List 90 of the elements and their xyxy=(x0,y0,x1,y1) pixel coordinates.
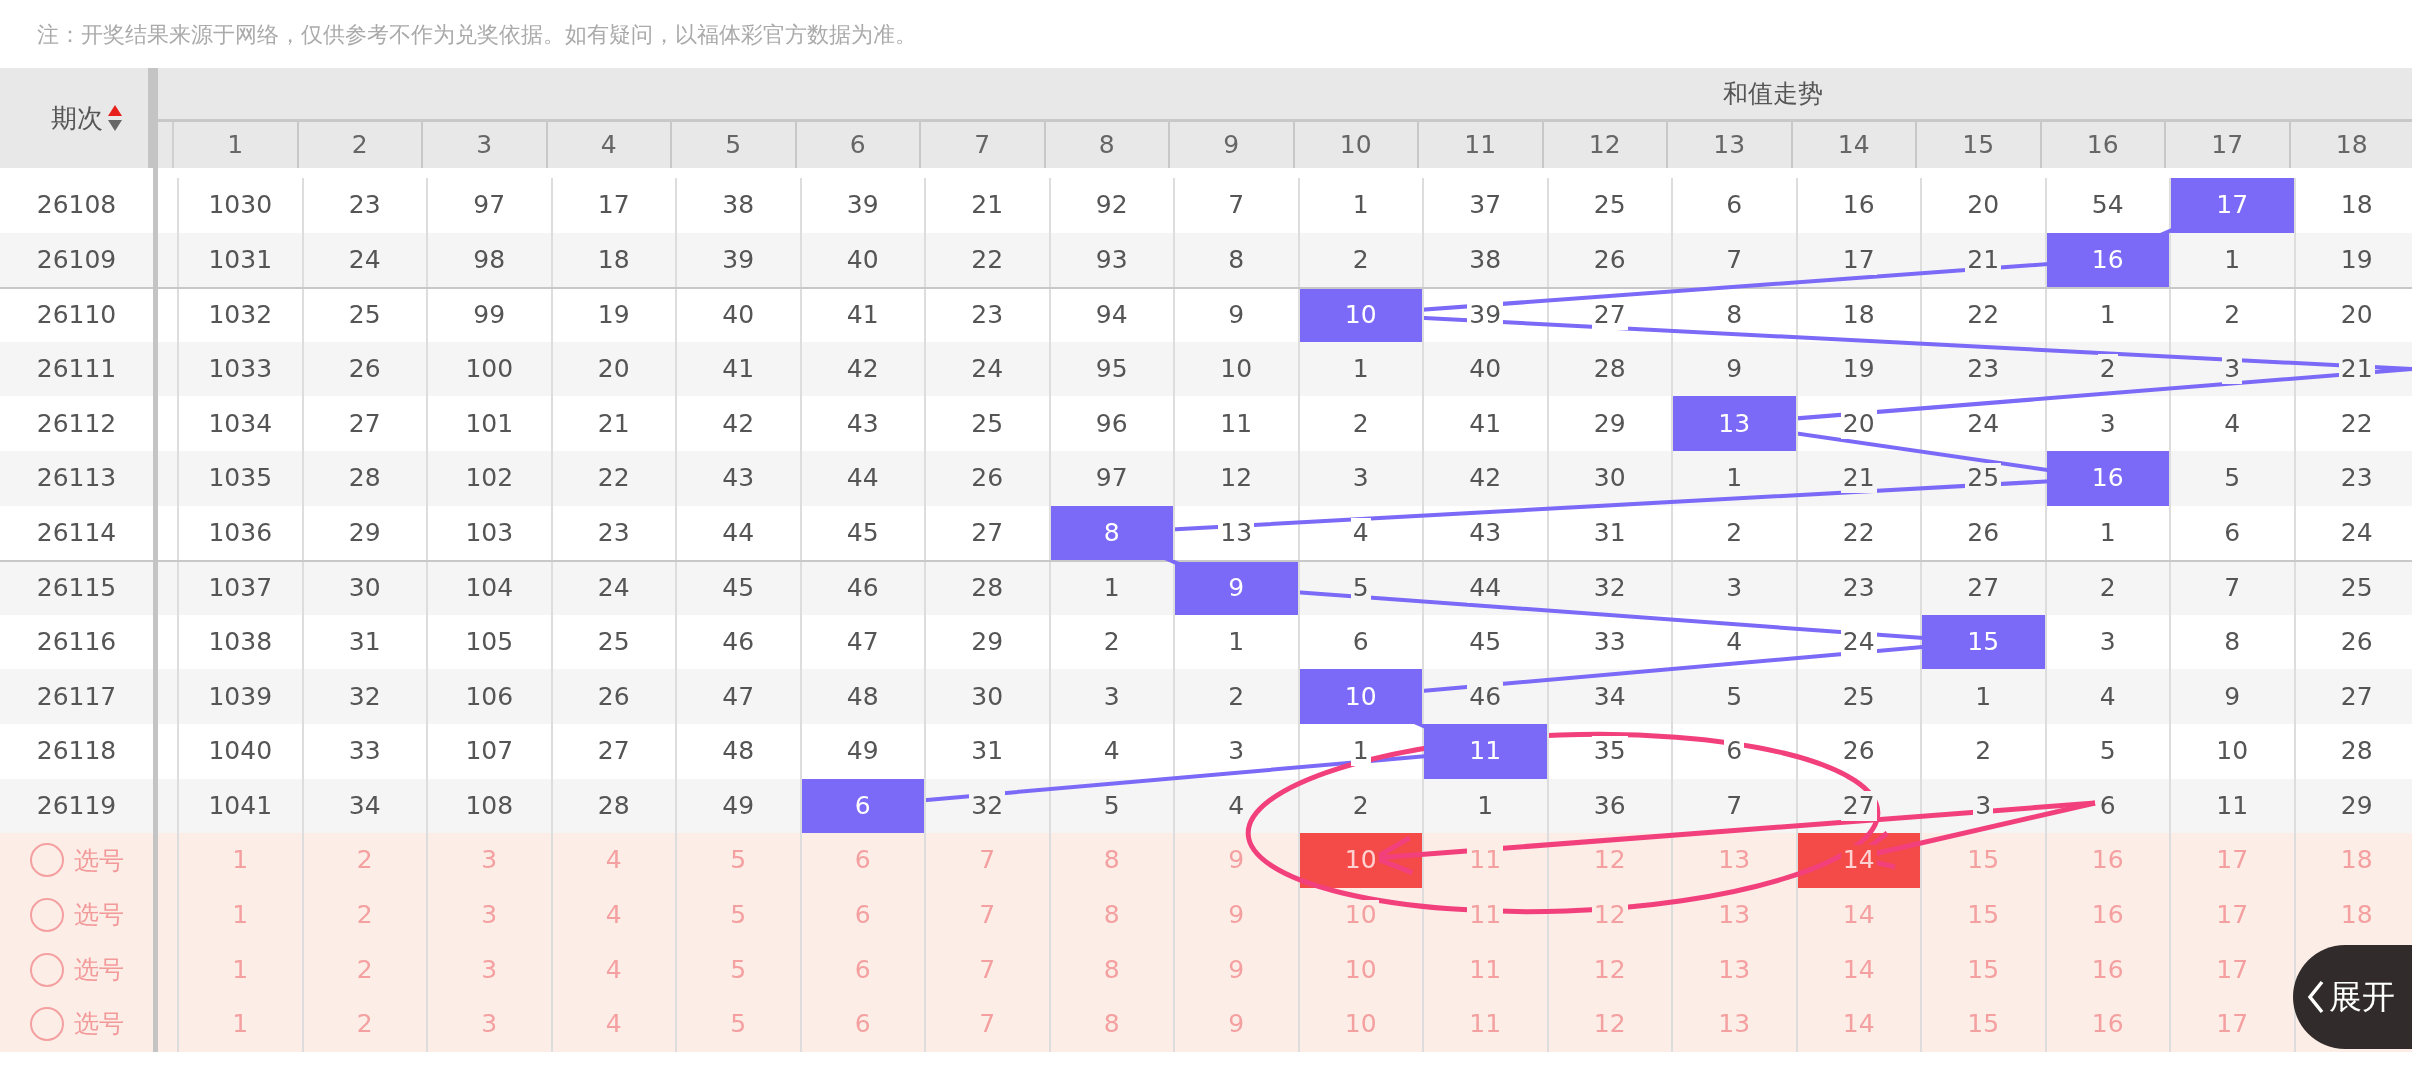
table-cell: 106 xyxy=(428,669,553,724)
column-header: 7 xyxy=(921,122,1046,168)
radio-circle[interactable] xyxy=(29,843,64,878)
table-cell: 18 xyxy=(1797,289,1922,342)
pick-label: 选号 xyxy=(73,844,124,877)
column-header: 17 xyxy=(2166,122,2291,168)
chevron-left-icon xyxy=(2307,979,2325,1015)
table-cell: 18 xyxy=(2295,178,2412,233)
number-cell[interactable]: 12 xyxy=(1548,996,1673,1052)
hit-cell: 15 xyxy=(1922,614,2047,670)
column-header: 8 xyxy=(1045,122,1170,168)
table-cell: 1039 xyxy=(179,669,304,724)
table-cell: 104 xyxy=(428,562,553,615)
table-cell: 22 xyxy=(1922,289,2047,342)
table-cell: 26 xyxy=(2295,614,2412,670)
hit-cell: 16 xyxy=(2046,232,2171,288)
pick-label: 选号 xyxy=(73,1008,124,1041)
hit-cell: 6 xyxy=(801,778,926,834)
number-cell[interactable]: 16 xyxy=(2046,996,2171,1052)
group-title: 和值走势 xyxy=(1723,77,1823,110)
table-cell: 1035 xyxy=(179,450,304,506)
hit-cell: 17 xyxy=(2171,178,2296,233)
table-cell: 1034 xyxy=(179,396,304,451)
number-cell[interactable]: 13 xyxy=(1673,996,1798,1052)
table-cell: 32 xyxy=(1548,562,1673,615)
table-cell: 24 xyxy=(2295,505,2412,561)
sort-icon[interactable] xyxy=(107,103,123,133)
number-cell[interactable]: 14 xyxy=(1797,996,1922,1052)
table-cell: 1040 xyxy=(179,723,304,779)
number-cell[interactable]: 8 xyxy=(1050,996,1175,1052)
table-cell: 29 xyxy=(2295,778,2412,834)
radio-circle[interactable] xyxy=(29,1007,64,1042)
number-cell[interactable]: 17 xyxy=(2171,996,2296,1052)
hit-cell: 10 xyxy=(1299,289,1424,342)
column-header: 5 xyxy=(672,122,797,168)
number-cell[interactable]: 9 xyxy=(1175,996,1300,1052)
table-cell: 1032 xyxy=(179,289,304,342)
number-cell[interactable]: 2 xyxy=(303,996,428,1052)
table-cell: 107 xyxy=(428,723,553,779)
column-header: 3 xyxy=(423,122,548,168)
column-header: 2 xyxy=(298,122,423,168)
table-cell: 20 xyxy=(2295,289,2412,342)
table-cell: 102 xyxy=(428,450,553,506)
column-header: 13 xyxy=(1668,122,1793,168)
number-cell[interactable]: 1 xyxy=(179,996,304,1052)
table-cell: 30 xyxy=(1548,450,1673,506)
table-cell: 101 xyxy=(428,396,553,451)
table-cell: 1030 xyxy=(179,178,304,233)
number-cell[interactable]: 18 xyxy=(2295,887,2412,943)
column-header: 11 xyxy=(1419,122,1544,168)
number-cell[interactable]: 3 xyxy=(428,996,553,1052)
table-cell: 23 xyxy=(2295,450,2412,506)
table-cell: 22 xyxy=(2295,396,2412,451)
number-cell[interactable]: 18 xyxy=(2295,833,2412,888)
number-cell[interactable]: 7 xyxy=(926,996,1051,1052)
hit-cell: 16 xyxy=(2046,450,2171,506)
number-cell[interactable]: 11 xyxy=(1424,996,1549,1052)
number-cell[interactable]: 6 xyxy=(801,996,926,1052)
column-header: 14 xyxy=(1792,122,1917,168)
table-cell: 21 xyxy=(2295,341,2412,397)
table-cell: 19 xyxy=(2295,232,2412,288)
column-header: 1 xyxy=(174,122,299,168)
number-cell[interactable]: 5 xyxy=(677,996,802,1052)
radio-circle[interactable] xyxy=(29,952,64,987)
column-header: 6 xyxy=(796,122,921,168)
table-cell: 27 xyxy=(2295,669,2412,724)
table-cell: 28 xyxy=(2295,723,2412,779)
number-cell[interactable]: 10 xyxy=(1299,996,1424,1052)
column-header: 4 xyxy=(547,122,672,168)
period-header: 期次 xyxy=(51,101,103,135)
pick-label: 选号 xyxy=(73,899,124,932)
column-header: 18 xyxy=(2290,122,2412,168)
table-cell: 25 xyxy=(2295,562,2412,615)
number-cell[interactable]: 4 xyxy=(552,996,677,1052)
radio-circle[interactable] xyxy=(29,898,64,932)
column-header: 9 xyxy=(1170,122,1295,168)
hit-cell: 8 xyxy=(1050,505,1175,561)
table-cell: 1037 xyxy=(179,562,304,615)
pick-label: 选号 xyxy=(73,953,124,986)
column-header: 12 xyxy=(1543,122,1668,168)
hit-cell: 10 xyxy=(1299,669,1424,724)
hit-cell: 9 xyxy=(1175,562,1300,615)
hit-cell: 11 xyxy=(1424,723,1549,779)
column-header: 10 xyxy=(1294,122,1419,168)
expand-button[interactable]: 展开 xyxy=(2293,945,2412,1049)
column-header: 15 xyxy=(1917,122,2042,168)
hit-cell: 13 xyxy=(1673,396,1798,451)
column-header: 16 xyxy=(2041,122,2166,168)
number-cell[interactable]: 15 xyxy=(1922,996,2047,1052)
notice-text: 注：开奖结果来源于网络，仅供参考不作为兑奖依据。如有疑问，以福体彩官方数据为准。 xyxy=(37,20,917,49)
